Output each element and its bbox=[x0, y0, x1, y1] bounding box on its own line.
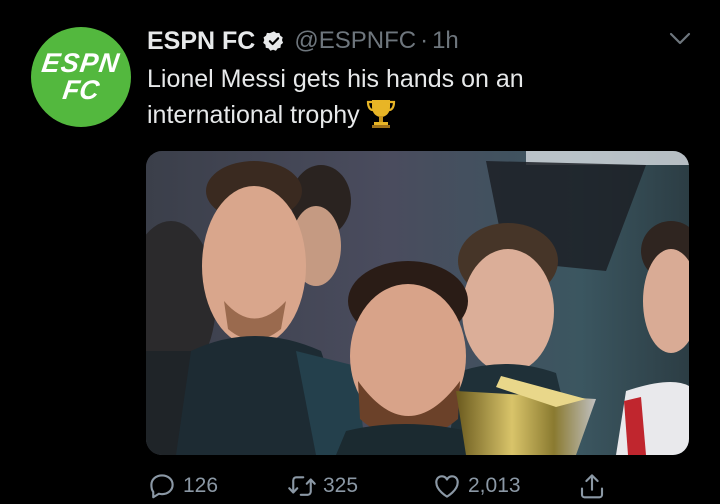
share-button[interactable] bbox=[577, 468, 607, 504]
author-avatar[interactable]: ESPN FC bbox=[31, 27, 131, 127]
tweet-actions: 126 325 2,013 bbox=[147, 468, 617, 504]
heart-icon bbox=[435, 475, 459, 498]
like-count: 2,013 bbox=[468, 474, 521, 497]
verified-badge-icon bbox=[263, 30, 285, 52]
tweet-timestamp[interactable]: 1h bbox=[432, 27, 459, 55]
retweet-count: 325 bbox=[323, 474, 359, 497]
author-name[interactable]: ESPN FC bbox=[147, 27, 255, 56]
header-separator: · bbox=[420, 27, 429, 54]
reply-count: 126 bbox=[183, 474, 219, 497]
photo-messi-with-trophy bbox=[146, 151, 689, 455]
avatar-logo-espn: ESPN bbox=[40, 48, 122, 78]
avatar-logo-fc: FC bbox=[60, 75, 102, 105]
tweet-text: Lionel Messi gets his hands on an intern… bbox=[147, 62, 667, 133]
reply-icon bbox=[150, 474, 174, 499]
tweet-header: ESPN FC @ESPNFC · 1h bbox=[147, 24, 459, 58]
chevron-down-icon[interactable] bbox=[669, 32, 691, 46]
tweet-card[interactable]: ESPN FC ESPN FC @ESPNFC · 1h Lionel Mess… bbox=[0, 0, 720, 504]
share-icon bbox=[580, 474, 604, 499]
reply-button[interactable]: 126 bbox=[147, 468, 218, 504]
tweet-photo[interactable] bbox=[146, 151, 689, 455]
tweet-text-line-1: Lionel Messi gets his hands on an bbox=[147, 65, 524, 93]
trophy-emoji-icon bbox=[366, 97, 396, 129]
retweet-icon bbox=[288, 476, 316, 496]
author-handle[interactable]: @ESPNFC bbox=[294, 27, 416, 55]
tweet-text-line-2: international trophy bbox=[147, 101, 360, 129]
like-button[interactable]: 2,013 bbox=[432, 468, 521, 504]
retweet-button[interactable]: 325 bbox=[287, 468, 358, 504]
